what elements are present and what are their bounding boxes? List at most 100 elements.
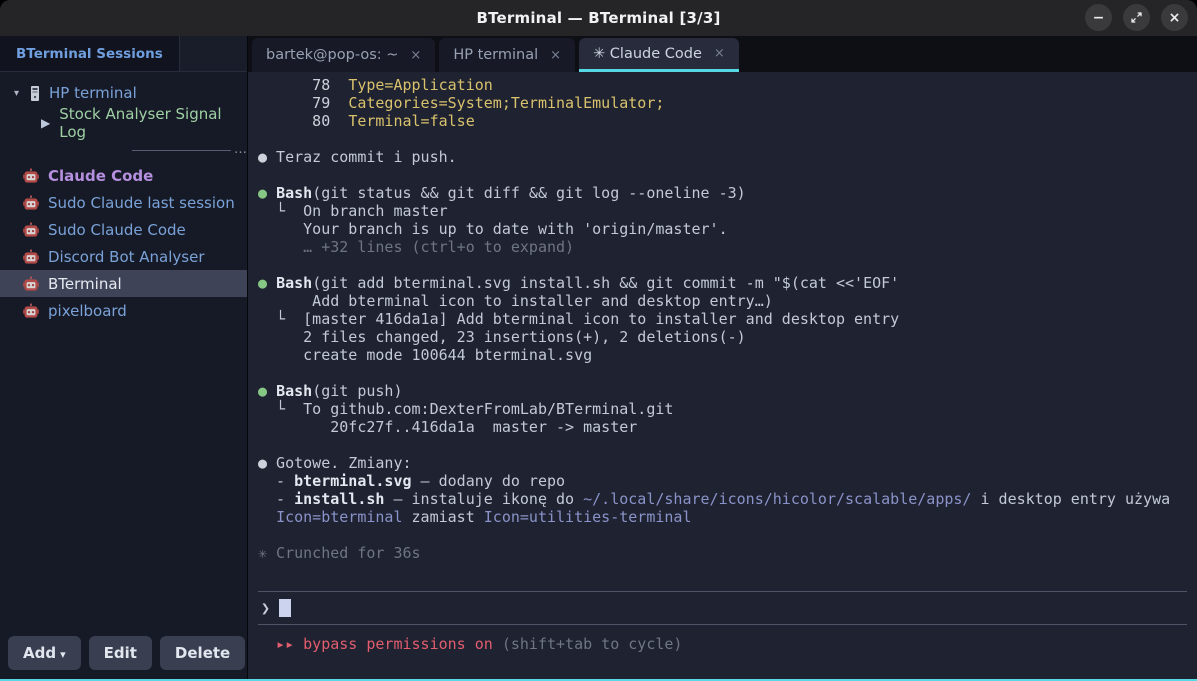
terminal-text-segment: [267, 274, 276, 292]
terminal-text-segment: i desktop entry używa: [971, 490, 1170, 508]
tab[interactable]: bartek@pop-os: ~ ×: [252, 38, 435, 72]
permissions-status: ▸▸ bypass permissions on (shift+tab to c…: [258, 635, 1187, 653]
terminal-input[interactable]: ❯: [258, 591, 1187, 625]
terminal-line: ● Bash(git status && git diff && git log…: [258, 184, 1187, 202]
terminal-line: Your branch is up to date with 'origin/m…: [258, 220, 1187, 238]
terminal-line: ● Teraz commit i push.: [258, 148, 1187, 166]
window-controls: − ×: [1085, 4, 1188, 31]
maximize-button[interactable]: [1123, 4, 1150, 31]
terminal-text-segment: — dodany do repo: [412, 472, 566, 490]
terminal-text-segment: ●: [258, 454, 267, 472]
terminal-text-segment: Bash: [276, 274, 312, 292]
tree-item-label: HP terminal: [49, 84, 137, 102]
sidebar-session-item[interactable]: Discord Bot Analyser: [0, 243, 247, 270]
terminal-text-segment: 80: [258, 112, 348, 130]
terminal-text-segment: ~/.local/share/icons/hicolor/scalable/ap…: [583, 490, 971, 508]
sidebar-action-button[interactable]: Edit: [89, 636, 152, 670]
terminal-line: [258, 364, 1187, 382]
tab-bar: bartek@pop-os: ~ × HP terminal × ✳ Claud…: [248, 36, 1197, 72]
terminal-text-segment: ●: [258, 382, 267, 400]
sidebar-session-item[interactable]: Sudo Claude last session: [0, 189, 247, 216]
terminal-output: 78 Type=Application 79 Categories=System…: [258, 76, 1187, 562]
terminal-text-segment: Icon=bterminal: [276, 508, 402, 526]
minimize-button[interactable]: −: [1085, 4, 1112, 31]
robot-icon: [23, 303, 39, 319]
button-label: Add: [23, 644, 56, 662]
terminal-text-segment: [258, 508, 276, 526]
tab-close-icon[interactable]: ×: [550, 48, 561, 63]
robot-icon: [23, 249, 39, 265]
terminal-text-segment: Terminal=false: [348, 112, 474, 130]
sidebar-header-label: BTerminal Sessions: [16, 46, 163, 62]
tab[interactable]: ✳ Claude Code ×: [579, 38, 739, 72]
maximize-icon: [1130, 11, 1143, 24]
terminal-text-segment: ●: [258, 184, 267, 202]
terminal-text-segment: Bash: [276, 382, 312, 400]
caret-down-icon: ▾: [60, 648, 66, 661]
sidebar-session-item[interactable]: pixelboard: [0, 297, 247, 324]
terminal-text-segment: Type=Application: [348, 76, 493, 94]
robot-icon: [23, 276, 39, 292]
terminal-text-segment: Bash: [276, 184, 312, 202]
tab-close-icon[interactable]: ×: [714, 46, 725, 61]
tab[interactable]: HP terminal ×: [439, 38, 575, 72]
terminal-text-segment: ▸▸: [258, 635, 303, 653]
terminal-text-segment: bypass permissions on: [303, 635, 493, 653]
terminal-cursor: [279, 599, 291, 617]
terminal-line: [258, 166, 1187, 184]
divider-line: [132, 150, 231, 151]
terminal-line: … +32 lines (ctrl+o to expand): [258, 238, 1187, 256]
terminal-text-segment: Categories=System;TerminalEmulator;: [348, 94, 664, 112]
terminal-line: 2 files changed, 23 insertions(+), 2 del…: [258, 328, 1187, 346]
tab-label: bartek@pop-os: ~: [266, 47, 398, 63]
terminal-text-segment: (shift+tab to cycle): [502, 635, 683, 653]
button-label: Edit: [104, 644, 137, 662]
sidebar-action-button[interactable]: Add ▾: [8, 636, 81, 670]
sidebar-session-item[interactable]: BTerminal: [0, 270, 247, 297]
sidebar-action-button[interactable]: Delete: [160, 636, 245, 670]
sidebar-header: BTerminal Sessions: [0, 36, 247, 72]
terminal-line: Icon=bterminal zamiast Icon=utilities-te…: [258, 508, 1187, 526]
terminal-text-segment: [493, 635, 502, 653]
terminal-text-segment: (git push): [312, 382, 402, 400]
session-list: Claude Code Sudo Claude last session Sud…: [0, 162, 247, 324]
sidebar-session-item[interactable]: Sudo Claude Code: [0, 216, 247, 243]
terminal-line: - bterminal.svg — dodany do repo: [258, 472, 1187, 490]
robot-icon: [23, 168, 39, 184]
terminal-line: └ To github.com:DexterFromLab/BTerminal.…: [258, 400, 1187, 418]
terminal-text-segment: install.sh: [294, 490, 384, 508]
tree-item-stock-analyser-log[interactable]: ▶ Stock Analyser Signal Log: [0, 110, 247, 136]
tab-label: ✳ Claude Code: [593, 46, 702, 62]
close-button[interactable]: ×: [1161, 4, 1188, 31]
terminal-line: ● Bash(git push): [258, 382, 1187, 400]
terminal-text-segment: 79: [258, 94, 348, 112]
sessions-sidebar: BTerminal Sessions ▾ HP terminal ▶ Stock…: [0, 36, 248, 679]
chevron-down-icon[interactable]: ▾: [10, 88, 23, 99]
terminal-text-segment: ✳ Crunched for 36s: [258, 544, 421, 562]
app-window: BTerminal — BTerminal [3/3] − × BTermina…: [0, 0, 1197, 681]
terminal-line: [258, 256, 1187, 274]
sidebar-session-item[interactable]: Claude Code: [0, 162, 247, 189]
terminal-text-segment: zamiast: [403, 508, 484, 526]
tab-close-icon[interactable]: ×: [410, 48, 421, 63]
terminal-text-segment: … +32 lines (ctrl+o to expand): [258, 238, 574, 256]
terminal-pane[interactable]: 78 Type=Application 79 Categories=System…: [248, 72, 1197, 679]
session-label: pixelboard: [48, 302, 127, 320]
terminal-text-segment: Your branch is up to date with 'origin/m…: [258, 220, 728, 238]
window-title: BTerminal — BTerminal [3/3]: [476, 9, 720, 27]
terminal-text-segment: ●: [258, 274, 267, 292]
session-label: Sudo Claude Code: [48, 221, 186, 239]
computer-icon: [29, 85, 41, 102]
terminal-line: [258, 436, 1187, 454]
robot-icon: [23, 222, 39, 238]
button-label: Delete: [175, 644, 230, 662]
terminal-text-segment: -: [258, 472, 294, 490]
sidebar-header-tab[interactable]: BTerminal Sessions: [0, 36, 180, 71]
terminal-text-segment: create mode 100644 bterminal.svg: [258, 346, 592, 364]
terminal-line: 20fc27f..416da1a master -> master: [258, 418, 1187, 436]
close-icon: ×: [1169, 11, 1181, 25]
terminal-text-segment: 78: [258, 76, 348, 94]
tree-item-hp-terminal[interactable]: ▾ HP terminal: [0, 80, 247, 106]
terminal-line: 79 Categories=System;TerminalEmulator;: [258, 94, 1187, 112]
terminal-text-segment: Icon=utilities-terminal: [484, 508, 692, 526]
